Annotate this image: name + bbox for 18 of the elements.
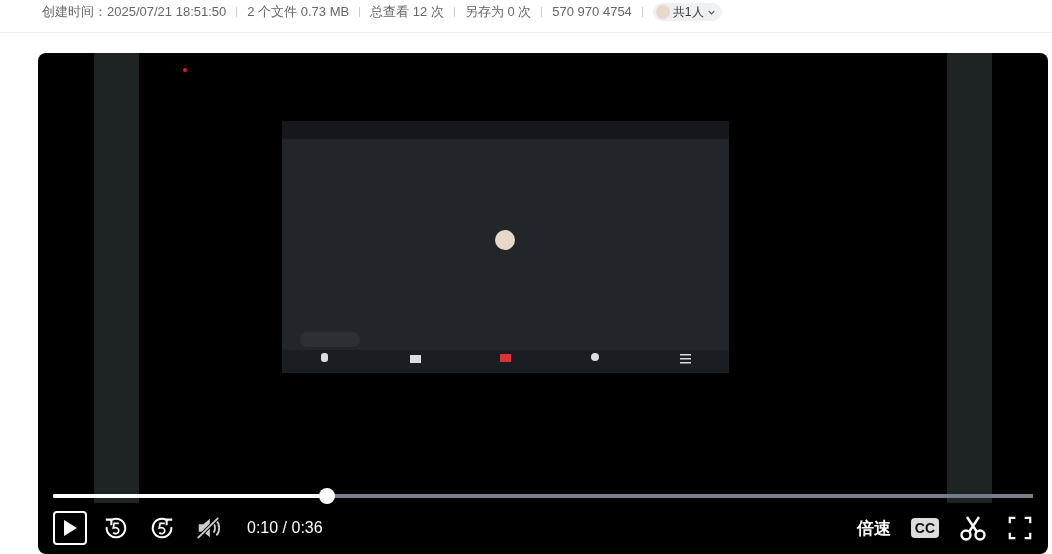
play-icon — [61, 518, 79, 538]
meta-text: 另存为 0 次 — [464, 4, 532, 20]
meta-text: 570 970 4754 — [552, 4, 632, 20]
meta-text: 创建时间：2025/07/21 18:51:50 — [42, 4, 227, 20]
progress-handle[interactable] — [319, 488, 336, 504]
share-button[interactable]: 共1人 — [652, 3, 722, 21]
avatar-icon — [655, 5, 670, 19]
play-button[interactable] — [53, 511, 87, 545]
rewind-5-icon[interactable] — [103, 515, 129, 541]
forward-5-icon[interactable] — [149, 515, 175, 541]
muted-speaker-icon[interactable] — [195, 515, 221, 541]
fullscreen-icon[interactable] — [1007, 515, 1033, 541]
scissors-icon[interactable] — [959, 514, 987, 542]
captions-button[interactable]: CC — [910, 518, 939, 538]
meta-text: 总查看 12 次 — [370, 4, 444, 20]
speed-button[interactable]: 倍速 — [856, 516, 891, 540]
time-text: 0:10 / 0:36 — [247, 519, 323, 537]
meta-text: 2 个文件 0.73 MB — [247, 4, 350, 20]
